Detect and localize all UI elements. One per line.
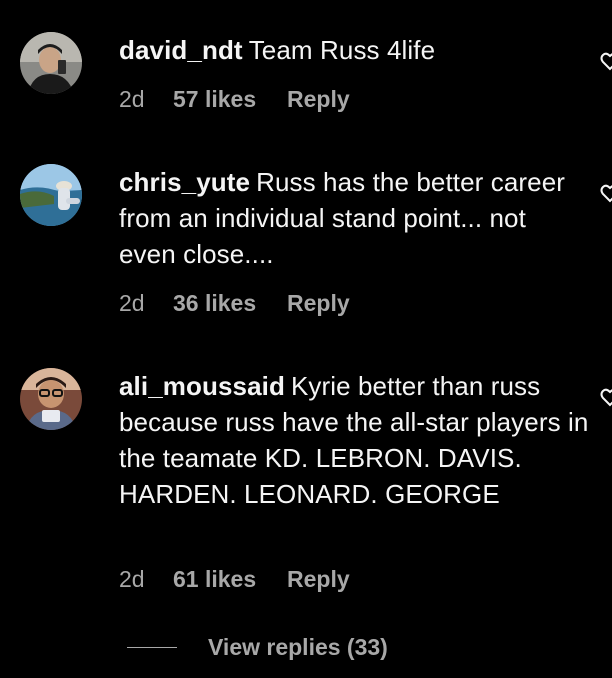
avatar[interactable] — [20, 368, 82, 430]
avatar[interactable] — [20, 32, 82, 94]
comment-likes[interactable]: 61 likes — [173, 566, 287, 593]
comment-age: 2d — [119, 566, 145, 592]
comment-text: chris_yute Russ has the better career fro… — [119, 164, 589, 272]
comment-body: Team Russ 4life — [248, 35, 436, 65]
divider-line — [127, 647, 177, 648]
reply-button[interactable]: Reply — [287, 86, 350, 113]
comment-username[interactable]: ali_moussaid — [119, 371, 285, 401]
comment-username[interactable]: chris_yute — [119, 167, 250, 197]
comment-age: 2d — [119, 290, 145, 316]
reply-button[interactable]: Reply — [287, 290, 350, 317]
comment-text: ali_moussaid Kyrie better than russ becau… — [119, 368, 589, 512]
view-replies-button[interactable]: View replies (33) — [127, 634, 388, 661]
comment-text: david_ndt Team Russ 4life — [119, 32, 589, 68]
comment-username[interactable]: david_ndt — [119, 35, 243, 65]
comment-meta: 2d 57 likes Reply — [119, 86, 350, 113]
comment-age: 2d — [119, 86, 145, 112]
avatar[interactable] — [20, 164, 82, 226]
comment-likes[interactable]: 57 likes — [173, 86, 287, 113]
comment-meta: 2d 61 likes Reply — [119, 566, 350, 593]
heart-icon[interactable] — [600, 184, 612, 204]
comment-likes[interactable]: 36 likes — [173, 290, 287, 317]
view-replies-label[interactable]: View replies (33) — [208, 634, 388, 661]
heart-icon[interactable] — [600, 52, 612, 72]
comment-meta: 2d 36 likes Reply — [119, 290, 350, 317]
heart-icon[interactable] — [600, 388, 612, 408]
reply-button[interactable]: Reply — [287, 566, 350, 593]
